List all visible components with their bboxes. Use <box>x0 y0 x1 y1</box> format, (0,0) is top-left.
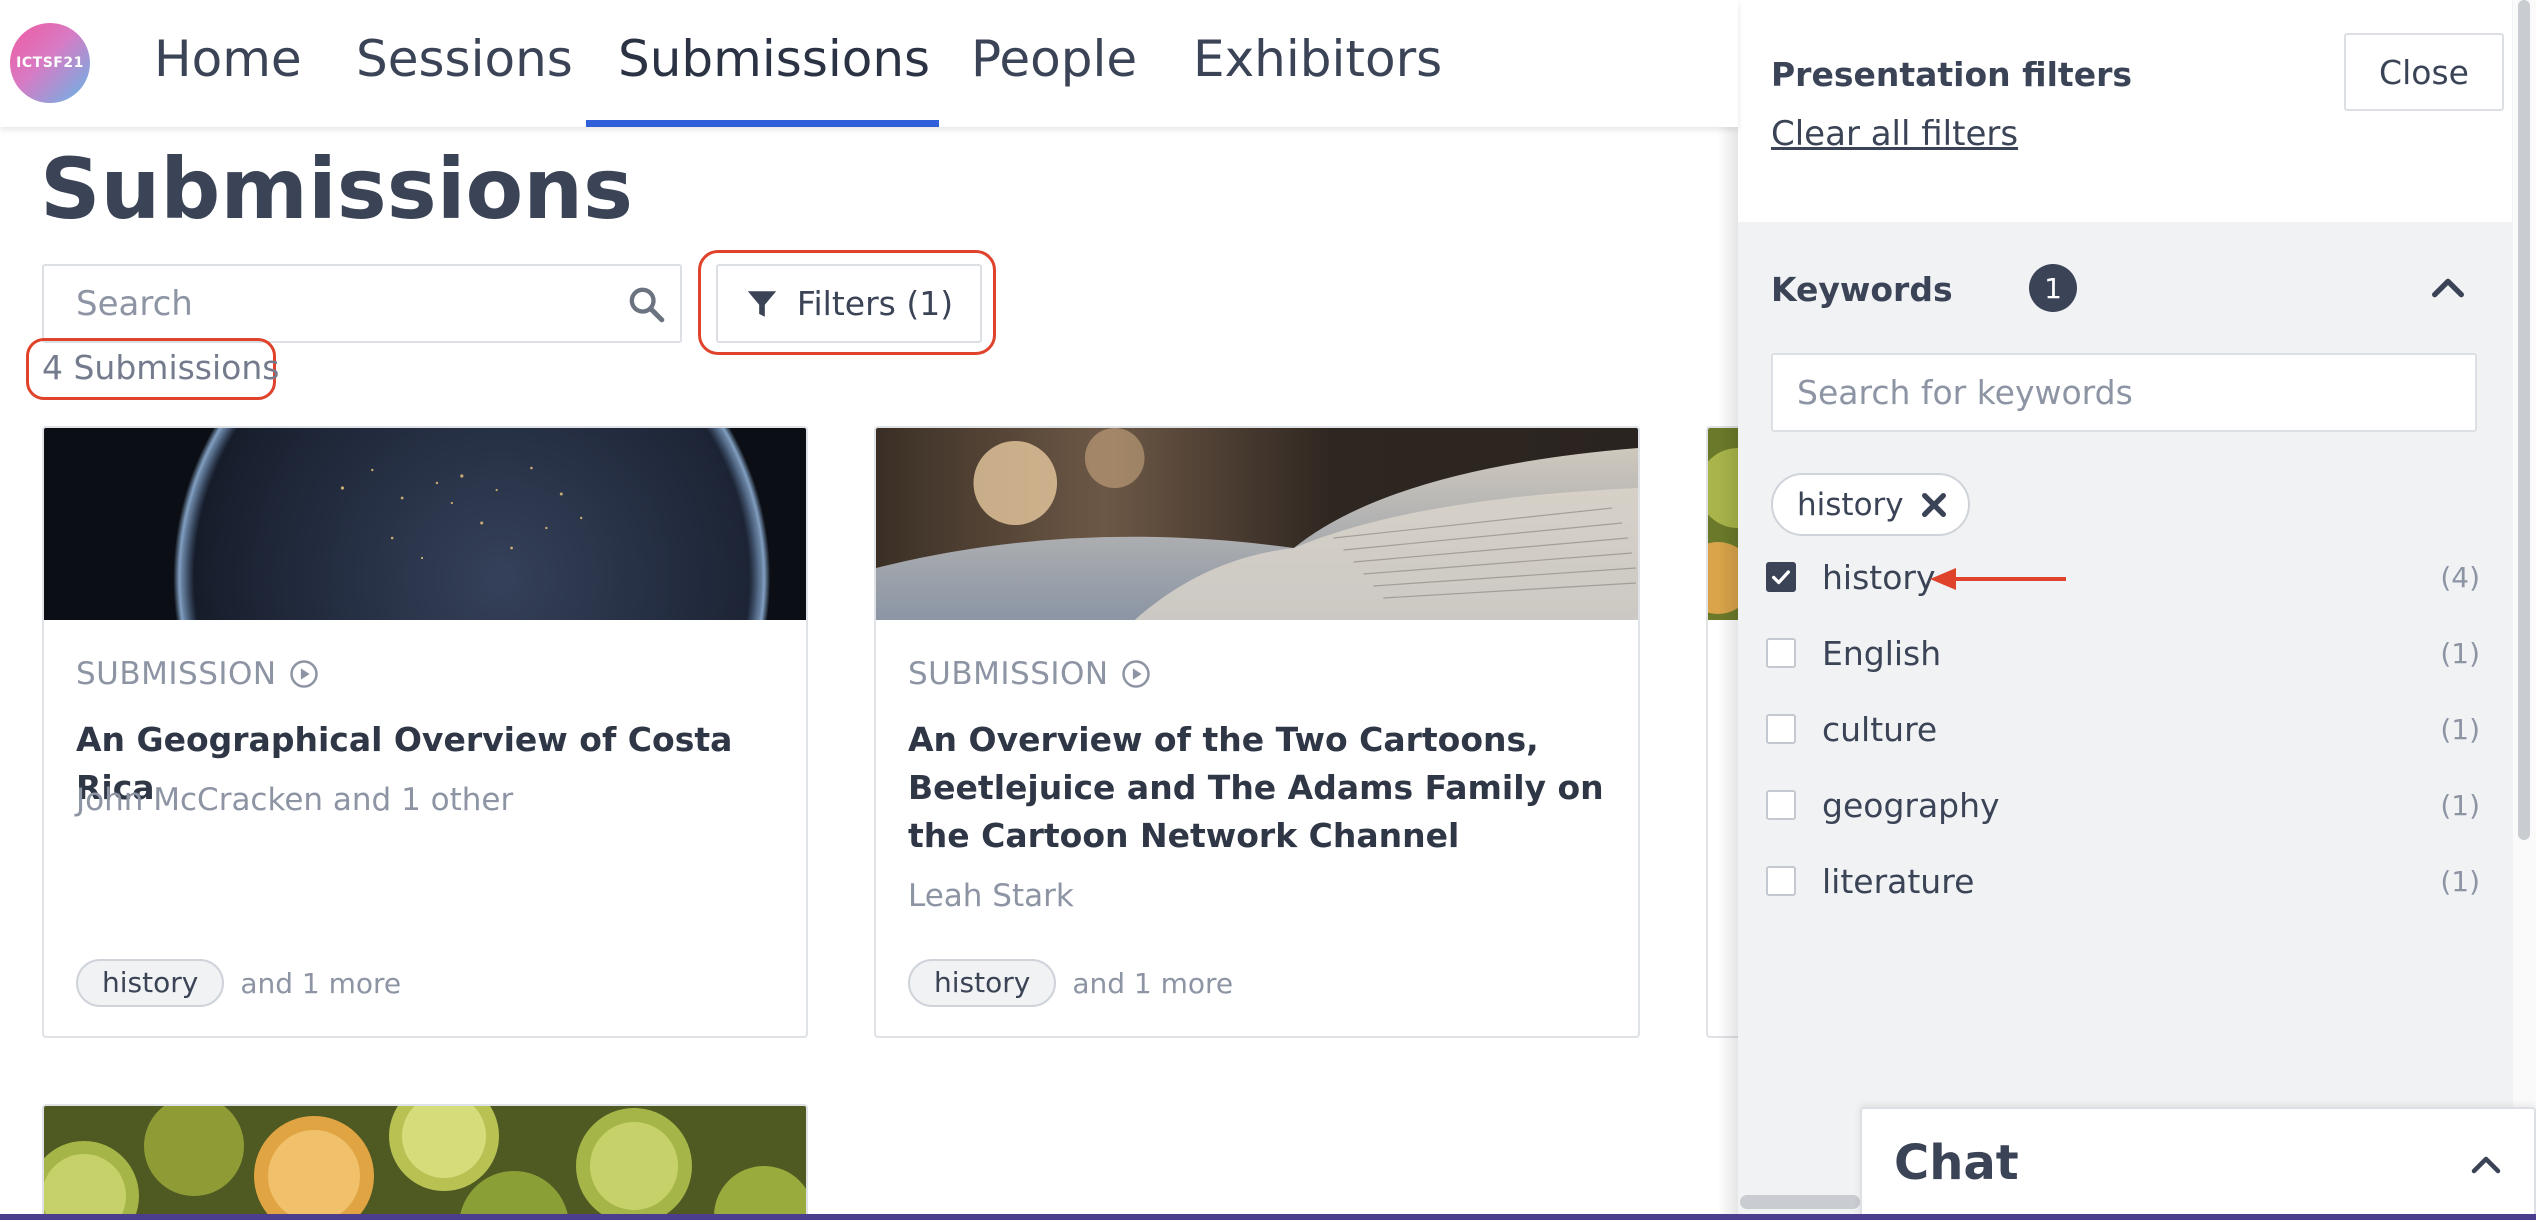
event-logo-text: ICTSF21 <box>16 55 84 71</box>
keyword-count: (1) <box>2440 864 2480 898</box>
card-tags: history and 1 more <box>76 959 401 1007</box>
nav-submissions[interactable]: Submissions <box>618 30 930 127</box>
presentation-filters-drawer: Presentation filters Clear all filters C… <box>1738 0 2536 1220</box>
card-tags: history and 1 more <box>908 959 1233 1007</box>
chip-label: history <box>1797 486 1904 523</box>
keyword-search <box>1771 353 2477 432</box>
drawer-scrollbar[interactable] <box>2513 0 2536 1220</box>
filters-button-label: Filters (1) <box>796 284 954 323</box>
drawer-scroll-thumb[interactable] <box>2518 0 2530 840</box>
remove-icon[interactable] <box>1918 489 1950 521</box>
close-button[interactable]: Close <box>2344 33 2504 111</box>
card-type-text: SUBMISSION <box>908 656 1109 692</box>
search-input[interactable] <box>44 266 604 341</box>
keyword-checkbox[interactable] <box>1766 790 1796 820</box>
keyword-count: (1) <box>2440 636 2480 670</box>
nav-sessions[interactable]: Sessions <box>356 30 573 127</box>
clear-all-filters-link[interactable]: Clear all filters <box>1771 114 2018 154</box>
chevron-up-icon[interactable] <box>2428 268 2468 308</box>
search-icon[interactable] <box>626 284 666 324</box>
submission-count: 4 Submissions <box>42 348 280 387</box>
card-type-label: SUBMISSION <box>908 656 1151 692</box>
horizontal-scroll-thumb[interactable] <box>1740 1195 1860 1209</box>
nav-home[interactable]: Home <box>154 30 302 127</box>
chevron-up-icon[interactable] <box>2468 1147 2504 1183</box>
keyword-label: literature <box>1822 861 1975 901</box>
selected-keyword-chip: history <box>1771 473 1970 536</box>
more-tags-text: and 1 more <box>240 966 402 1000</box>
submission-search <box>42 264 682 343</box>
play-circle-icon <box>289 660 318 688</box>
play-circle-icon <box>1121 660 1150 688</box>
filter-icon <box>747 290 777 317</box>
card-thumbnail-book <box>876 428 1638 620</box>
submission-card[interactable] <box>42 1104 808 1220</box>
card-type-label: SUBMISSION <box>76 656 319 692</box>
keyword-option-literature[interactable]: literature (1) <box>1766 853 2480 909</box>
card-type-text: SUBMISSION <box>76 656 277 692</box>
card-title[interactable]: An Overview of the Two Cartoons, Beetlej… <box>908 716 1608 860</box>
keyword-checkbox[interactable] <box>1766 638 1796 668</box>
keyword-tag[interactable]: history <box>908 959 1057 1007</box>
filters-button[interactable]: Filters (1) <box>716 264 982 343</box>
annotation-arrow-icon <box>1930 568 2066 590</box>
keyword-count: (1) <box>2440 712 2480 746</box>
keyword-label: history <box>1822 557 1936 597</box>
keyword-count: (1) <box>2440 788 2480 822</box>
submission-card[interactable]: SUBMISSION An Geographical Overview of C… <box>42 426 808 1038</box>
window-bottom-edge <box>0 1214 2536 1220</box>
chat-title: Chat <box>1894 1135 2019 1191</box>
drawer-header: Presentation filters Clear all filters C… <box>1738 0 2512 222</box>
event-logo[interactable]: ICTSF21 <box>10 23 90 103</box>
card-thumbnail-citrus <box>44 1106 806 1220</box>
nav-people[interactable]: People <box>971 30 1137 127</box>
nav-exhibitors[interactable]: Exhibitors <box>1193 30 1442 127</box>
checkmark-icon <box>1772 570 1790 585</box>
keyword-label: English <box>1822 633 1942 673</box>
active-tab-indicator <box>586 120 939 127</box>
keyword-search-input[interactable] <box>1773 355 2475 430</box>
more-tags-text: and 1 more <box>1072 966 1234 1000</box>
top-navigation: ICTSF21 Home Sessions Submissions People… <box>0 0 1738 127</box>
card-authors: Leah Stark <box>908 878 1074 914</box>
keyword-checkbox[interactable] <box>1766 562 1796 592</box>
page-title: Submissions <box>40 140 634 238</box>
keywords-section-title[interactable]: Keywords <box>1771 270 1953 309</box>
keyword-checkbox[interactable] <box>1766 866 1796 896</box>
keyword-option-culture[interactable]: culture (1) <box>1766 701 2480 757</box>
keyword-option-english[interactable]: English (1) <box>1766 625 2480 681</box>
drawer-shadow <box>1718 0 1738 1220</box>
card-authors: John McCracken and 1 other <box>76 782 514 818</box>
keyword-tag[interactable]: history <box>76 959 225 1007</box>
keyword-label: culture <box>1822 709 1938 749</box>
keyword-label: geography <box>1822 785 2000 825</box>
keyword-option-history[interactable]: history (4) <box>1766 549 2480 605</box>
card-thumbnail-earth <box>44 428 806 620</box>
drawer-title: Presentation filters <box>1771 55 2132 94</box>
chat-panel[interactable]: Chat <box>1860 1107 2536 1220</box>
keyword-option-geography[interactable]: geography (1) <box>1766 777 2480 833</box>
keywords-count-badge: 1 <box>2029 264 2077 312</box>
keyword-count: (4) <box>2440 560 2480 594</box>
submission-card[interactable]: SUBMISSION An Overview of the Two Cartoo… <box>874 426 1640 1038</box>
keyword-checkbox[interactable] <box>1766 714 1796 744</box>
